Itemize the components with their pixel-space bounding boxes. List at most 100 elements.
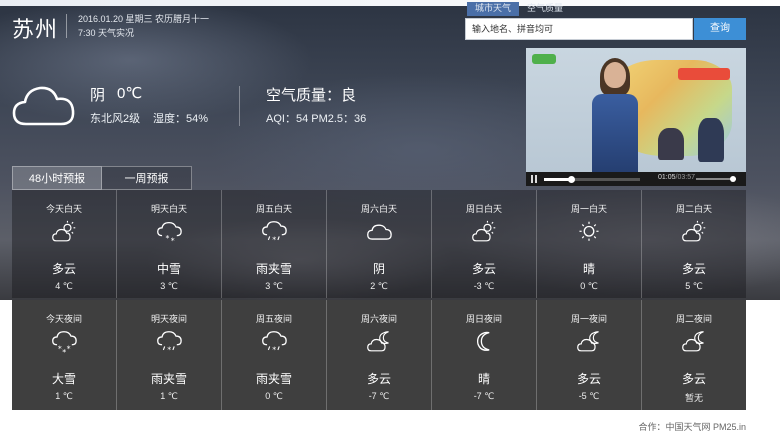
forecast-tabs: 48小时预报 一周预报 <box>12 166 192 190</box>
forecast-cell: 今天夜间 * * * 大雪 1 ℃ <box>12 300 117 410</box>
presenter-head <box>604 62 626 88</box>
forecast-cell: 周日白天 多云 -3 ℃ <box>432 190 537 298</box>
tab-weekly[interactable]: 一周预报 <box>102 166 192 190</box>
partly-cloudy-night-icon <box>682 331 704 352</box>
forecast-temperature: -7 ℃ <box>473 391 495 401</box>
svg-text:*: * <box>67 345 71 354</box>
forecast-condition: 晴 <box>477 372 490 386</box>
forecast-condition: 多云 <box>366 372 391 386</box>
forecast-cell: 周二白天 多云 5 ℃ <box>642 190 746 298</box>
observation-time: 7:30 天气实况 <box>78 28 135 38</box>
forecast-cell: 今天白天多云 4 ℃ <box>12 190 117 298</box>
forecast-cell: 明天白天 * * 中雪 3 ℃ <box>117 190 222 298</box>
partner-credit: 合作：中国天气网 PM25.in <box>638 422 746 432</box>
forecast-cell: 周五白天 * 雨夹雪 3 ℃ <box>222 190 327 298</box>
aqi-values: AQI：54 PM2.5：36 <box>266 113 367 125</box>
volume-knob[interactable] <box>730 176 736 182</box>
video-progress-knob[interactable] <box>567 176 575 183</box>
forecast-temperature: -7 ℃ <box>368 391 390 401</box>
forecast-period-label: 周一夜间 <box>570 314 607 324</box>
search-input[interactable]: 输入地名、拼音均可 <box>465 18 693 40</box>
forecast-cell: 周六夜间多云 -7 ℃ <box>327 300 432 410</box>
partly-cloudy-night-icon <box>367 331 389 352</box>
forecast-temperature: 1 ℃ <box>160 391 178 401</box>
forecast-period-label: 今天夜间 <box>45 314 82 324</box>
forecast-period-label: 周五白天 <box>255 204 292 214</box>
forecast-temperature: 暂无 <box>684 393 703 403</box>
forecast-period-label: 周二夜间 <box>675 314 712 324</box>
forecast-condition: 多云 <box>681 262 706 276</box>
forecast-condition: 雨夹雪 <box>150 372 187 386</box>
svg-text:*: * <box>166 234 170 243</box>
video-banner <box>678 68 730 80</box>
partly-cloudy-day-icon <box>52 220 76 242</box>
forecast-temperature: 4 ℃ <box>55 281 73 291</box>
forecast-period-label: 周日夜间 <box>465 314 502 324</box>
snow-icon: * * <box>157 221 182 245</box>
day-forecast-row: 今天白天 多云 4 ℃ 明天白天 * * 中雪 3 ℃ 周五白天 * 雨夹雪 3 ℃ 周六白天阴 2 ℃ 周… <box>12 190 746 298</box>
forecast-cell: 周二夜间 多云 暂无 <box>642 300 746 410</box>
cloud-icon <box>367 224 392 240</box>
sleet-icon: * <box>262 331 287 355</box>
current-divider <box>239 86 240 126</box>
forecast-period-label: 周五夜间 <box>255 314 292 324</box>
forecast-condition: 晴 <box>582 262 595 276</box>
forecast-condition: 阴 <box>372 262 385 276</box>
svg-text:*: * <box>171 236 175 245</box>
search-button[interactable]: 查询 <box>694 18 746 40</box>
tab-48-hour[interactable]: 48小时预报 <box>12 166 102 190</box>
forecast-condition: 雨夹雪 <box>255 262 292 276</box>
video-channel-logo <box>532 54 556 64</box>
forecast-condition: 雨夹雪 <box>255 372 292 386</box>
tab-air-quality[interactable]: 空气质量 <box>519 2 571 16</box>
moon-icon <box>477 331 490 351</box>
forecast-cell: 明天夜间 * 雨夹雪 1 ℃ <box>117 300 222 410</box>
svg-text:*: * <box>62 348 66 356</box>
svg-text:*: * <box>272 346 276 355</box>
presenter-body <box>592 94 638 174</box>
video-time: 01:05/03:57 <box>658 174 695 181</box>
volume-slider[interactable] <box>696 176 736 182</box>
forecast-temperature: 2 ℃ <box>370 281 388 291</box>
header-divider <box>66 14 67 38</box>
forecast-temperature: 0 ℃ <box>265 391 283 401</box>
pause-icon[interactable] <box>531 175 537 183</box>
forecast-condition: 多云 <box>51 262 76 276</box>
svg-text:*: * <box>272 236 276 245</box>
wind-info: 东北风2级 <box>90 113 141 125</box>
forecast-period-label: 周二白天 <box>675 204 712 214</box>
top-strip <box>0 0 780 6</box>
forecast-cell: 周日夜间晴 -7 ℃ <box>432 300 537 410</box>
weather-video-player[interactable]: 01:05/03:57 <box>526 48 746 186</box>
sun-icon <box>579 221 599 241</box>
forecast-period-label: 周一白天 <box>570 204 607 214</box>
forecast-temperature: 3 ℃ <box>265 281 283 291</box>
forecast-condition: 多云 <box>681 372 706 386</box>
video-progress-bar[interactable] <box>544 176 640 183</box>
air-quality-title: 空气质量：良 <box>266 86 357 104</box>
forecast-temperature: 3 ℃ <box>160 281 178 291</box>
forecast-cell: 周一夜间 多云 -5 ℃ <box>537 300 642 410</box>
heavy-snow-icon: * * * <box>52 331 77 356</box>
city-name[interactable]: 苏州 <box>12 12 58 44</box>
partly-cloudy-day-icon <box>472 220 496 242</box>
forecast-temperature: -5 ℃ <box>578 391 600 401</box>
search-tabs: 城市天气 空气质量 <box>467 2 571 16</box>
cartoon-character <box>658 128 684 160</box>
date-line: 2016.01.20 星期三 农历腊月十一 <box>78 14 210 24</box>
forecast-temperature: 0 ℃ <box>580 281 598 291</box>
forecast-temperature: 1 ℃ <box>55 391 73 401</box>
video-controls: 01:05/03:57 <box>526 172 746 186</box>
forecast-condition: 中雪 <box>156 262 181 276</box>
video-progress-fill <box>544 178 571 181</box>
cloud-icon <box>12 86 75 126</box>
humidity-info: 湿度：54% <box>153 113 209 125</box>
tab-city-weather[interactable]: 城市天气 <box>467 2 520 16</box>
svg-text:*: * <box>58 345 62 354</box>
forecast-period-label: 周六夜间 <box>360 314 397 324</box>
cartoon-character <box>698 118 724 162</box>
partly-cloudy-night-icon <box>577 331 599 352</box>
forecast-cell: 周六白天阴 2 ℃ <box>327 190 432 298</box>
forecast-period-label: 今天白天 <box>45 204 82 214</box>
forecast-cell: 周一白天晴 0 ℃ <box>537 190 642 298</box>
